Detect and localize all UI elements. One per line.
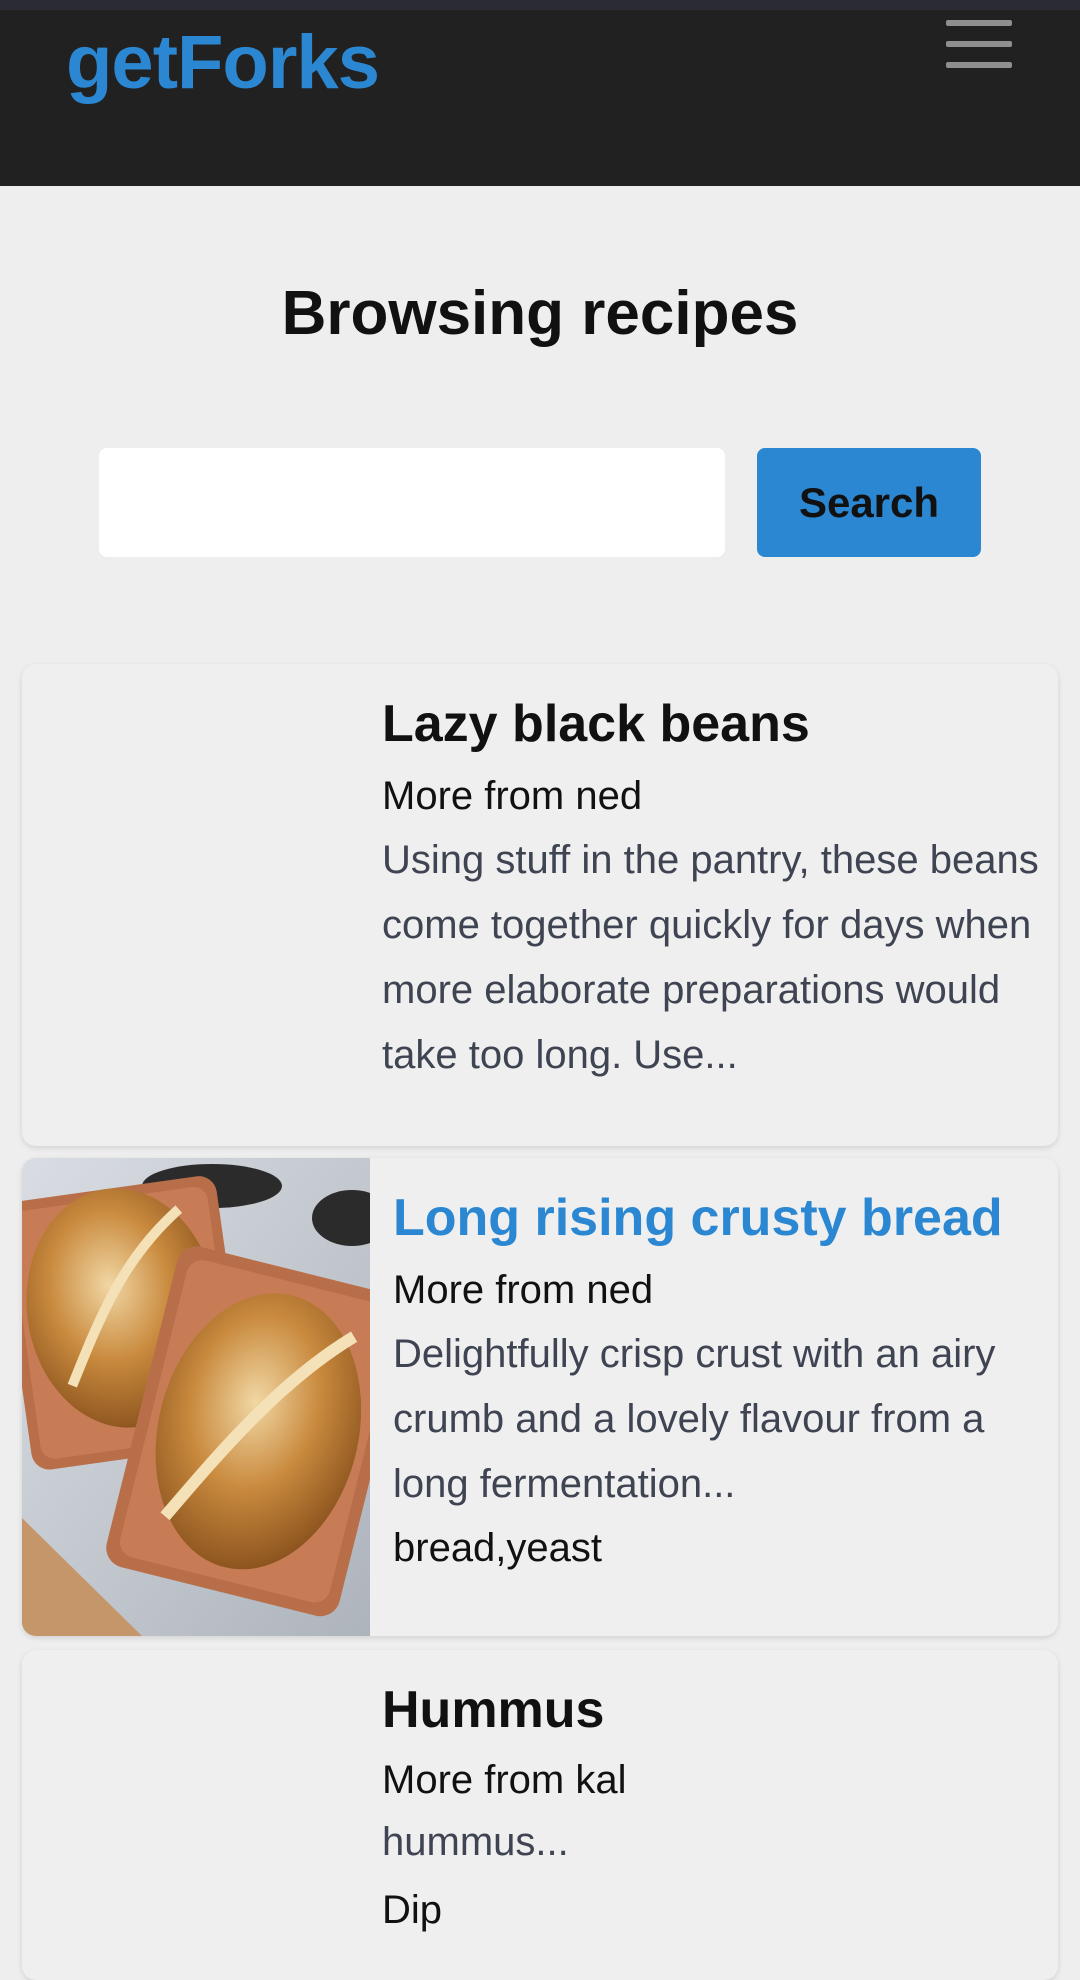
recipe-card[interactable]: Long rising crusty bread More from ned D… [22, 1158, 1058, 1636]
recipe-card[interactable]: Hummus More from kal hummus... Dip [22, 1650, 1058, 1980]
bread-loaves-image [22, 1158, 411, 1636]
recipe-card[interactable]: Lazy black beans More from ned Using stu… [22, 664, 1058, 1146]
hamburger-icon [946, 20, 1012, 26]
recipe-tags: Dip [382, 1888, 443, 1932]
recipe-image[interactable] [22, 1158, 411, 1636]
recipe-title[interactable]: Lazy black beans [382, 694, 810, 754]
brand-logo-link[interactable]: getForks [66, 18, 380, 108]
recipe-description: Using stuff in the pantry, these beans c… [382, 838, 1039, 1077]
recipe-description: hummus... [382, 1820, 569, 1864]
recipe-title-link[interactable]: Long rising crusty bread [393, 1188, 1003, 1248]
recipe-thumbnail-empty [22, 1650, 370, 1980]
recipe-author-link[interactable]: More from ned [382, 774, 642, 819]
recipe-author-link[interactable]: More from kal [382, 1758, 627, 1803]
navbar: getForks [0, 0, 1080, 186]
recipe-author-link[interactable]: More from ned [393, 1268, 653, 1313]
recipe-thumbnail-empty [22, 664, 370, 1146]
status-strip [0, 0, 1080, 10]
hamburger-icon [946, 41, 1012, 47]
recipe-description: Delightfully crisp crust with an airy cr… [393, 1332, 996, 1506]
search-input[interactable] [99, 448, 725, 557]
recipe-tags: bread,yeast [393, 1526, 603, 1570]
search-button[interactable]: Search [757, 448, 981, 557]
hamburger-icon [946, 62, 1012, 68]
recipe-title[interactable]: Hummus [382, 1680, 604, 1740]
page-title: Browsing recipes [281, 279, 799, 348]
menu-toggle-button[interactable] [946, 20, 1016, 70]
